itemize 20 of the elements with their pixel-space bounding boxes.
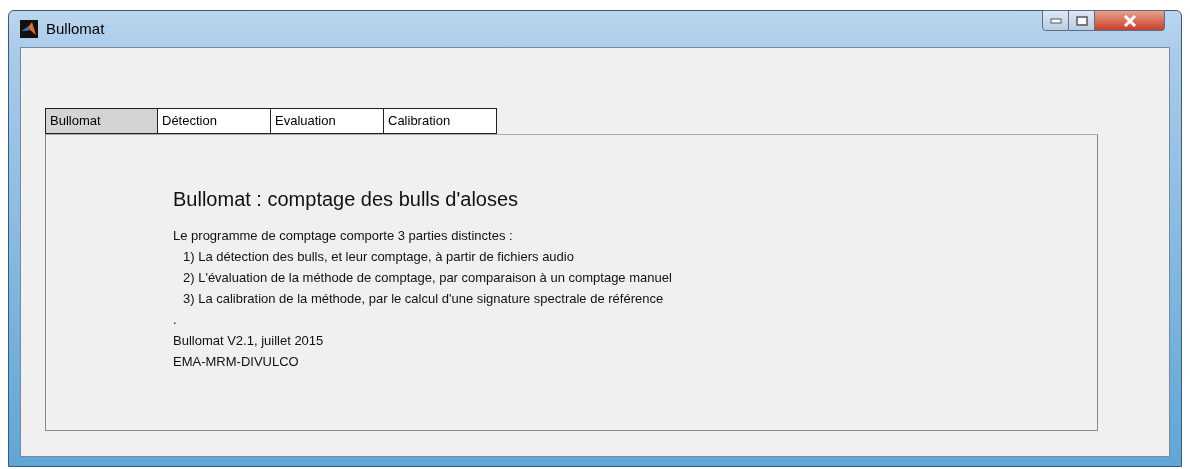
text-line: Le programme de comptage comporte 3 parties distinctes : (173, 228, 513, 243)
heading: Bullomat : comptage des bulls d'aloses (173, 187, 520, 211)
tab[interactable]: Evaluation (271, 108, 384, 134)
text-line: 3) La calibration de la méthode, par le calcul d'une signature spectrale de référence (183, 291, 664, 306)
minimize-button[interactable] (1042, 10, 1069, 31)
text-line: . (173, 312, 177, 327)
text-line: 1) La détection des bulls, et leur comptage, à partir de fichiers audio (183, 249, 574, 264)
minimize-icon (1049, 17, 1062, 24)
maximize-icon (1075, 15, 1088, 26)
close-icon (1122, 14, 1137, 27)
close-button[interactable] (1095, 10, 1165, 31)
text-line: Bullomat V2.1, juillet 2015 (173, 333, 324, 348)
window-title: Bullomat (46, 18, 105, 39)
text-line: EMA-MRM-DIVULCO (173, 354, 299, 369)
tab[interactable]: Détection (158, 108, 271, 134)
tab[interactable]: Calibration (384, 108, 497, 134)
maximize-button[interactable] (1069, 10, 1095, 31)
tab[interactable]: Bullomat (45, 108, 158, 134)
app-icon (20, 20, 38, 38)
text-line: 2) L'évaluation de la méthode de comptage, par comparaison à un comptage manuel (183, 270, 672, 285)
